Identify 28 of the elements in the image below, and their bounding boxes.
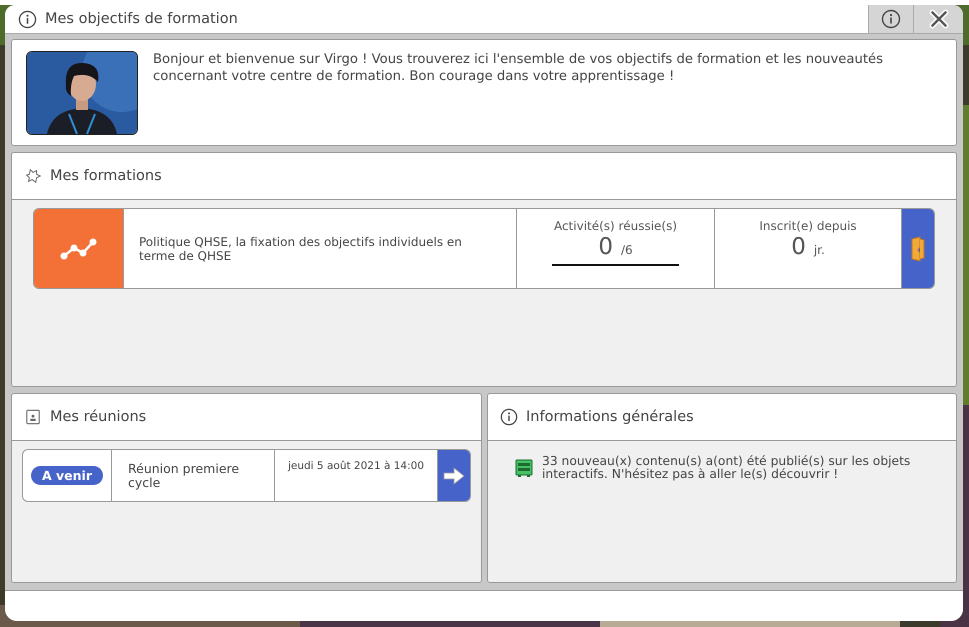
stat-value: 0 bbox=[791, 234, 806, 260]
panel-title: Mes réunions bbox=[50, 409, 146, 425]
panel-title: Informations générales bbox=[526, 409, 694, 425]
panel-title: Mes formations bbox=[50, 168, 162, 184]
folder-icon bbox=[910, 236, 926, 262]
contact-card-icon bbox=[24, 408, 42, 426]
stat-value: 0 bbox=[598, 234, 613, 260]
meeting-title: Réunion premiere cycle bbox=[128, 462, 240, 490]
window-title: Mes objectifs de formation bbox=[45, 11, 239, 27]
meeting-date: jeudi 5 août 2021 à 14:00 bbox=[288, 460, 424, 472]
close-button[interactable] bbox=[913, 5, 963, 33]
info-icon bbox=[18, 10, 37, 28]
news-text: 33 nouveau(x) contenu(s) a(ont) été publié(s) sur les objets interactifs. N'hésitez pas à aller le(s) découvrir ! bbox=[542, 455, 912, 481]
stat-total: /6 bbox=[620, 243, 633, 257]
open-button[interactable] bbox=[902, 209, 934, 288]
close-icon bbox=[928, 8, 950, 30]
stat-unit: jr. bbox=[814, 243, 825, 257]
info-button[interactable] bbox=[868, 5, 913, 33]
board-icon bbox=[515, 459, 533, 477]
welcome-text: Bonjour et bienvenue sur Virgo ! Vous trouverez ici l'ensemble de vos objectifs de formation et les nouveautés concernant votre centre de formation. Bon courage dans votre apprentissage ! bbox=[153, 51, 884, 85]
stat-label: Inscrit(e) depuis bbox=[759, 219, 857, 233]
stat-label: Activité(s) réussie(s) bbox=[554, 219, 678, 233]
info-icon bbox=[500, 408, 518, 426]
line-chart-icon bbox=[58, 236, 98, 260]
status-badge: A venir bbox=[31, 466, 103, 485]
arrow-right-icon bbox=[443, 466, 465, 484]
go-button[interactable] bbox=[438, 450, 470, 501]
formation-title: Politique QHSE, la fixation des objectifs individuels en terme de QHSE bbox=[139, 234, 463, 262]
